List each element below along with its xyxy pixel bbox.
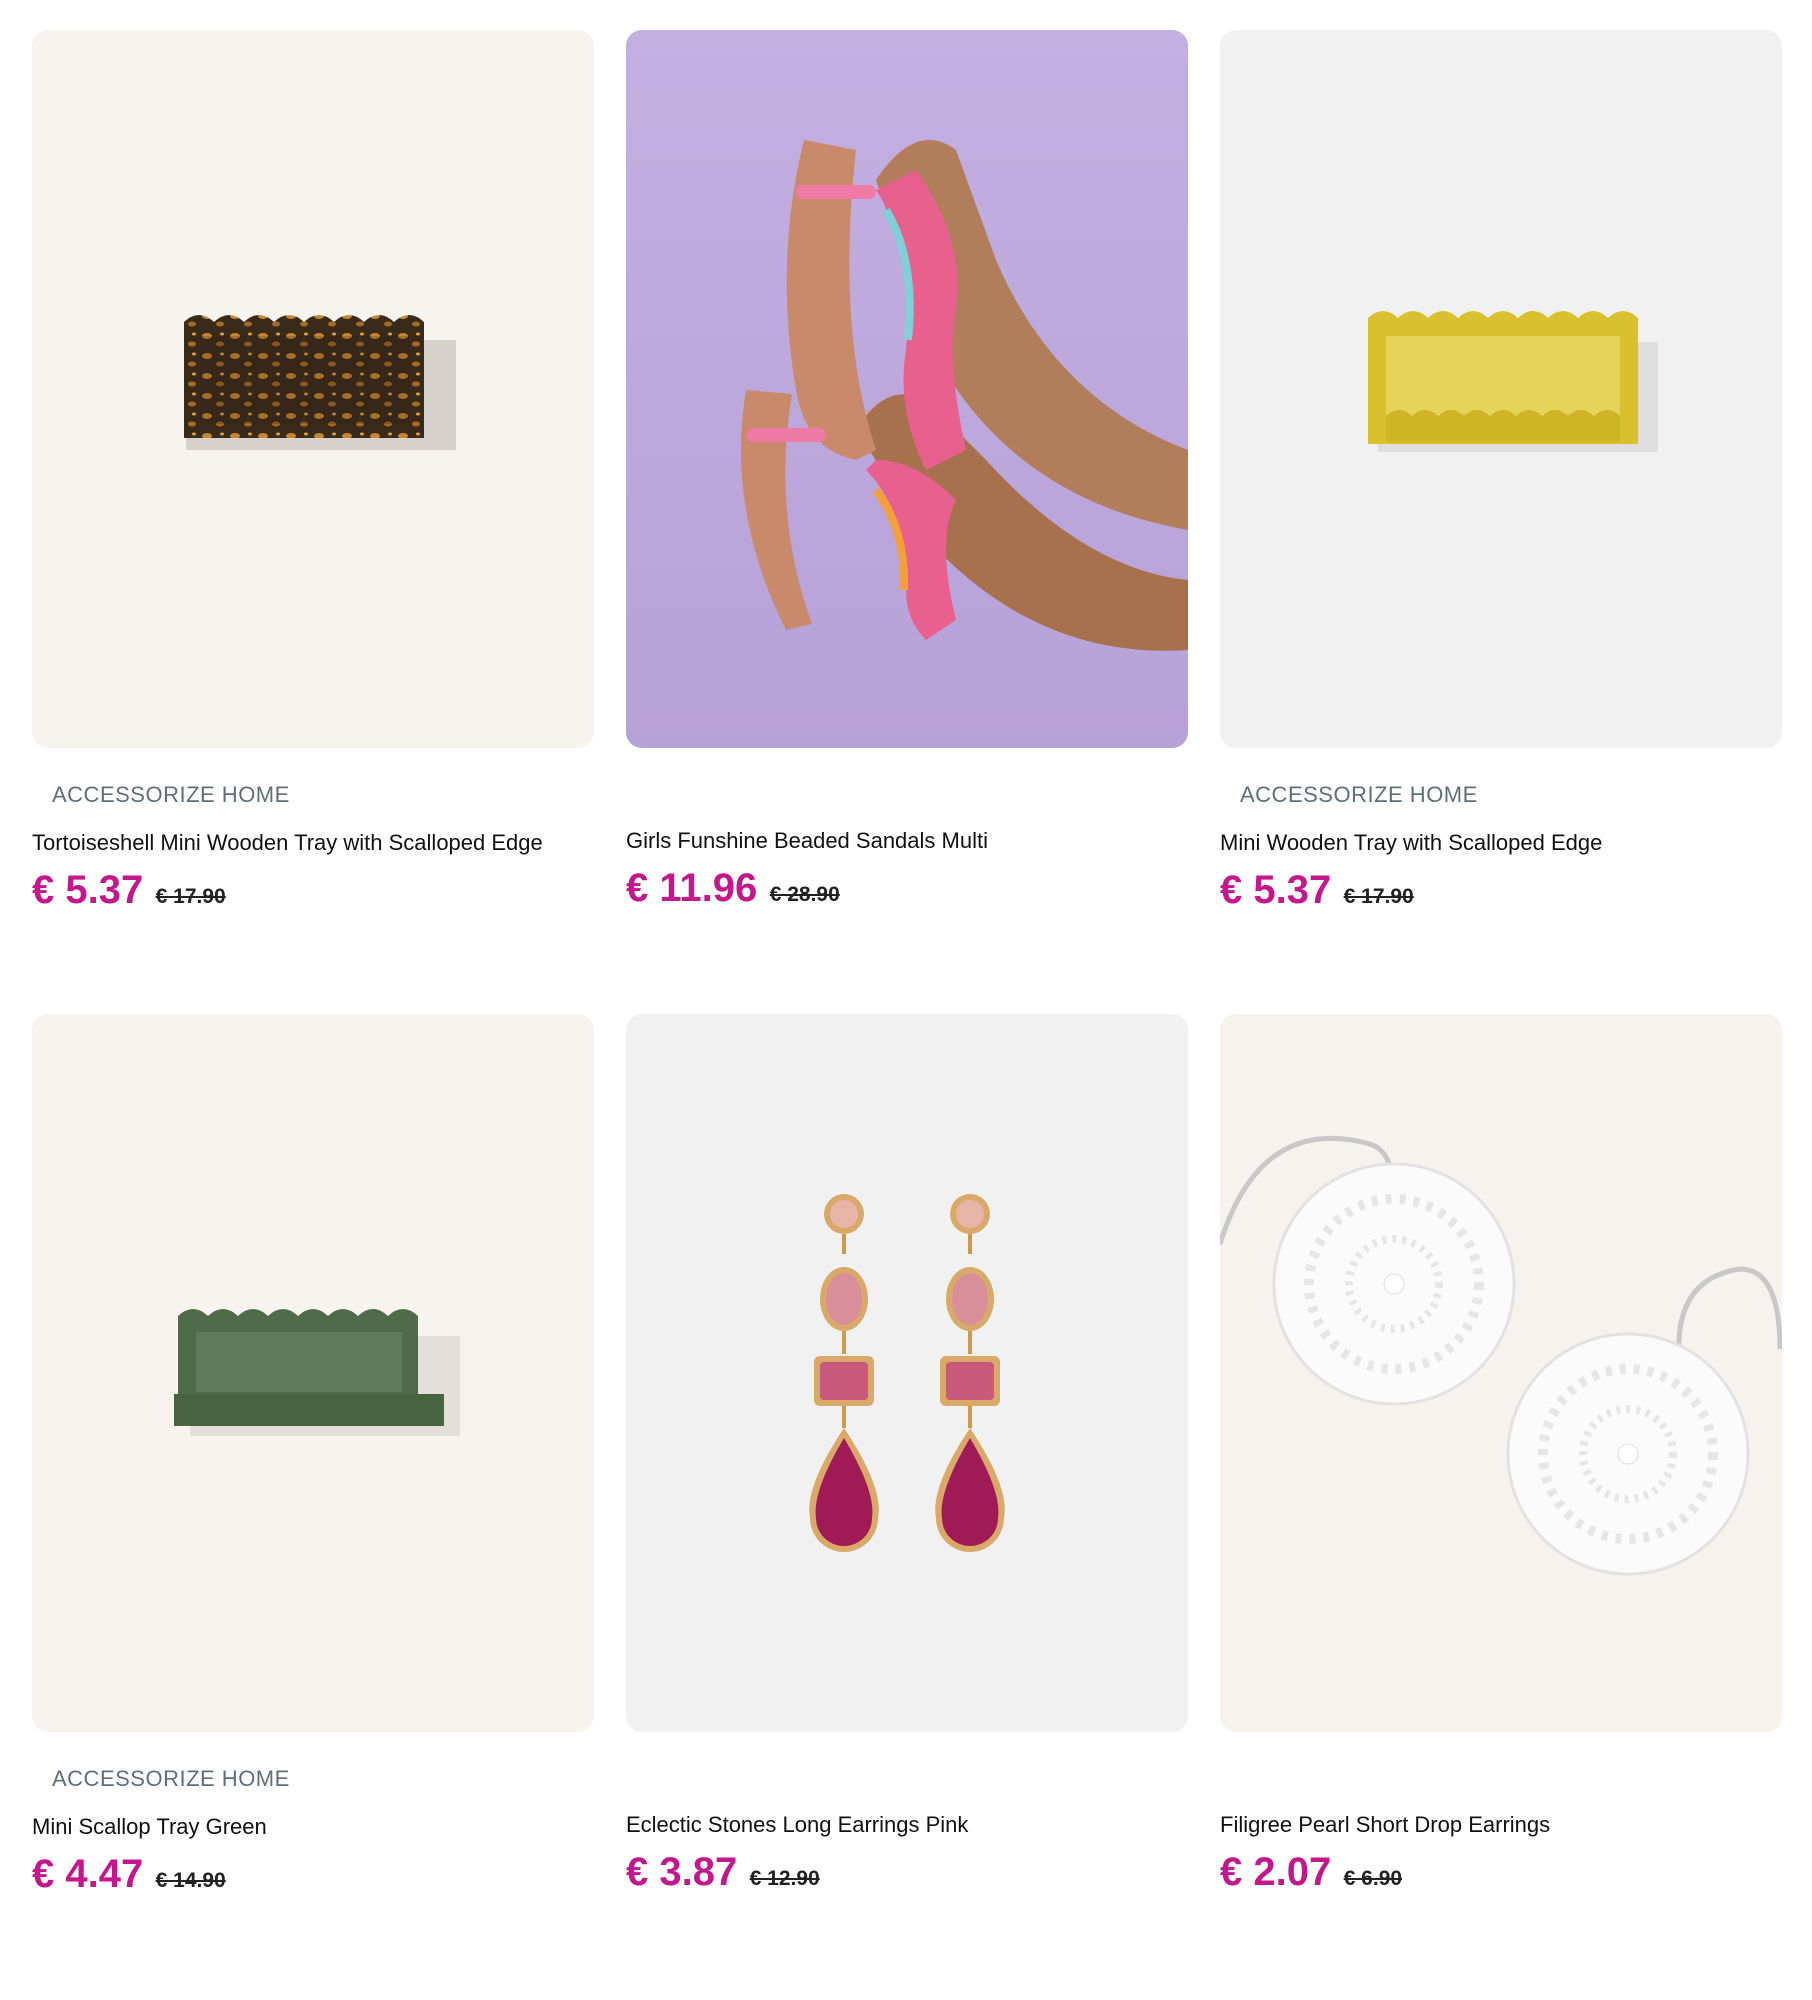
product-title[interactable]: Eclectic Stones Long Earrings Pink [626,1812,968,1838]
pink-earrings-image[interactable] [626,1014,1188,1732]
price-row: € 2.07 € 6.90 [1220,1850,1402,1895]
brand-label: ACCESSORIZE HOME [52,1766,290,1791]
price-row: € 3.87 € 12.90 [626,1850,820,1895]
product-title[interactable]: Mini Wooden Tray with Scalloped Edge [1220,830,1602,856]
product-title[interactable]: Filigree Pearl Short Drop Earrings [1220,1812,1550,1838]
product-title[interactable]: Tortoiseshell Mini Wooden Tray with Scal… [32,830,543,856]
filigree-earrings-image[interactable] [1220,1014,1782,1732]
tortoiseshell-tray-image[interactable] [32,30,594,748]
yellow-tray-image[interactable] [1220,30,1782,748]
sale-price: € 4.47 [32,1852,144,1896]
original-price: € 14.90 [155,1869,226,1892]
brand-label: ACCESSORIZE HOME [52,782,290,807]
original-price: € 17.90 [1343,885,1414,908]
green-tray-image[interactable] [32,1014,594,1732]
sale-price: € 2.07 [1220,1850,1332,1894]
original-price: € 12.90 [749,1867,820,1890]
product-title[interactable]: Mini Scallop Tray Green [32,1814,267,1840]
original-price: € 28.90 [769,883,840,906]
beaded-sandals-image[interactable] [626,30,1188,748]
price-row: € 5.37 € 17.90 [1220,868,1414,913]
sale-price: € 5.37 [1220,868,1332,912]
price-row: € 4.47 € 14.90 [32,1852,226,1897]
sale-price: € 5.37 [32,868,144,912]
brand-label: ACCESSORIZE HOME [1240,782,1478,807]
original-price: € 17.90 [155,885,226,908]
sale-price: € 3.87 [626,1850,738,1894]
product-title[interactable]: Girls Funshine Beaded Sandals Multi [626,828,988,854]
price-row: € 5.37 € 17.90 [32,868,226,913]
price-row: € 11.96 € 28.90 [626,866,840,911]
original-price: € 6.90 [1343,1867,1403,1890]
sale-price: € 11.96 [626,866,758,910]
